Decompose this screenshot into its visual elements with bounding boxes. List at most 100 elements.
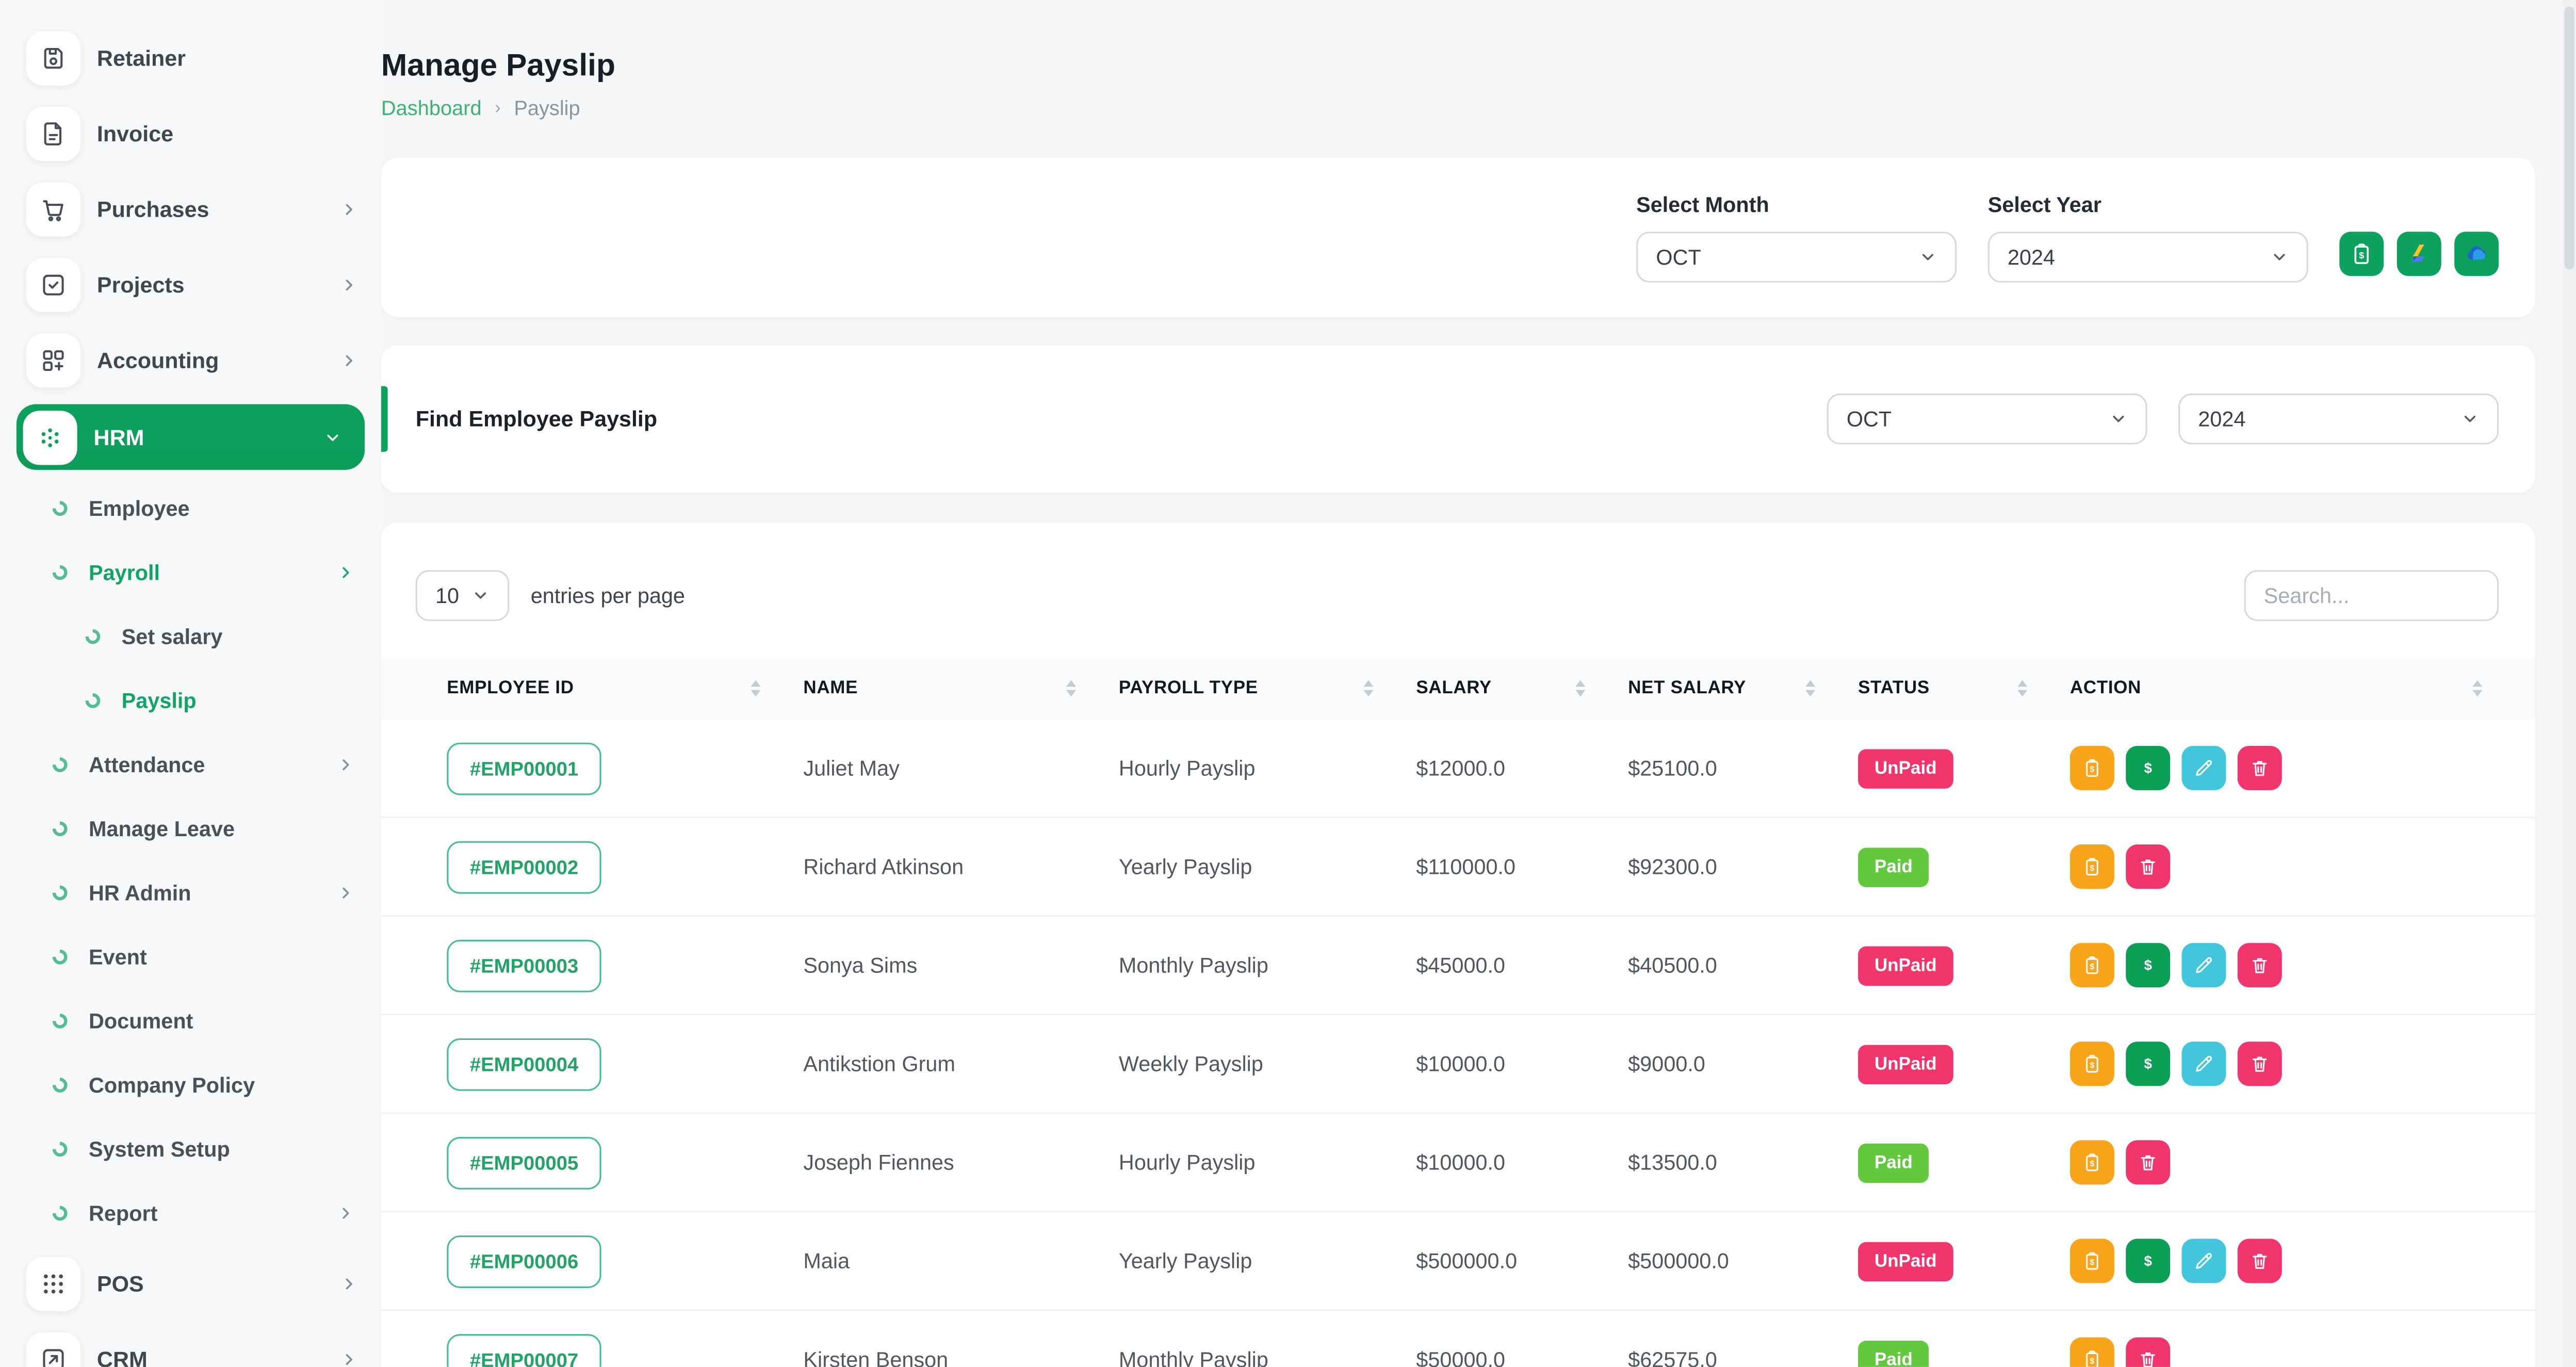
delete-button[interactable] [2238,746,2282,790]
sidebar-item-purchases[interactable]: Purchases [0,171,381,247]
employee-id-link[interactable]: #EMP00003 [447,939,601,991]
edit-button[interactable] [2182,746,2226,790]
payslip-button[interactable] [2070,1041,2114,1086]
sort-icon[interactable] [1575,680,1585,697]
sort-icon[interactable] [2017,680,2027,697]
payslip-button[interactable] [2070,746,2114,790]
sidebar-subitem-report[interactable]: Report [0,1181,381,1245]
clipboard-dollar-icon [2081,757,2102,778]
payslip-button[interactable] [2070,943,2114,987]
sidebar-item-pos[interactable]: POS [0,1245,381,1321]
accounting-icon [26,333,80,387]
pay-button[interactable] [2126,746,2170,790]
net-salary: $500000.0 [1628,1249,1858,1274]
column-header-net-salary[interactable]: NET SALARY [1628,678,1858,698]
delete-button[interactable] [2238,1239,2282,1283]
page-title: Manage Payslip [381,50,2576,86]
column-header-employee-id[interactable]: EMPLOYEE ID [447,678,803,698]
sort-icon[interactable] [1363,680,1373,697]
pay-button[interactable] [2126,943,2170,987]
dollar-icon [2138,1053,2159,1075]
sidebar-subitem-attendance[interactable]: Attendance [0,733,381,796]
pay-button[interactable] [2126,1239,2170,1283]
chevron-right-icon [340,1349,358,1366]
month-select[interactable]: OCT [1636,232,1957,283]
export-drive-button[interactable] [2397,232,2441,276]
sidebar-subitem-hr-admin[interactable]: HR Admin [0,861,381,925]
employee-id-link[interactable]: #EMP00001 [447,742,601,794]
delete-button[interactable] [2126,1338,2170,1367]
bullet-icon [50,819,71,840]
sidebar-subitem-payslip[interactable]: Payslip [0,669,381,733]
sidebar-item-projects[interactable]: Projects [0,247,381,322]
sidebar-subitem-event[interactable]: Event [0,925,381,989]
employee-name: Joseph Fiennes [803,1150,1119,1175]
bullet-icon [50,1011,71,1032]
column-header-action[interactable]: ACTION [2070,678,2486,698]
chevron-down-icon [323,428,341,446]
trash-icon [2138,856,2159,877]
scrollbar[interactable] [2563,0,2575,1367]
pencil-icon [2193,757,2214,778]
sidebar-item-invoice[interactable]: Invoice [0,95,381,171]
sort-icon[interactable] [1805,680,1815,697]
search-input[interactable] [2244,570,2499,621]
drive-icon [2407,241,2432,266]
sort-icon[interactable] [1066,680,1076,697]
employee-id-link[interactable]: #EMP00005 [447,1136,601,1189]
sidebar-item-retainer[interactable]: Retainer [0,20,381,95]
chevron-down-icon [2461,410,2479,428]
row-actions [2070,1338,2486,1367]
net-salary: $62575.0 [1628,1347,1858,1367]
sidebar-subitem-set-salary[interactable]: Set salary [0,605,381,669]
table-body: #EMP00001Juliet MayHourly Payslip$12000.… [381,720,2535,1367]
sort-icon[interactable] [2472,680,2482,697]
sidebar-subitem-company-policy[interactable]: Company Policy [0,1053,381,1117]
entries-per-page-select[interactable]: 10 [416,570,510,621]
find-year-select[interactable]: 2024 [2178,394,2499,445]
employee-name: Maia [803,1249,1119,1274]
column-header-salary[interactable]: SALARY [1416,678,1628,698]
pay-button[interactable] [2126,1041,2170,1086]
trash-icon [2249,1053,2270,1075]
row-actions [2070,1239,2486,1283]
payslip-button[interactable] [2070,844,2114,889]
sidebar-subitem-manage-leave[interactable]: Manage Leave [0,797,381,861]
sidebar-item-hrm[interactable]: HRM [17,404,365,469]
find-month-select[interactable]: OCT [1827,394,2147,445]
edit-button[interactable] [2182,1041,2226,1086]
column-header-name[interactable]: NAME [803,678,1119,698]
export-cloud-button[interactable] [2454,232,2499,276]
employee-id-link[interactable]: #EMP00007 [447,1333,601,1367]
row-actions [2070,746,2486,790]
bulk-payslip-button[interactable] [2339,232,2384,276]
column-header-payroll-type[interactable]: PAYROLL TYPE [1119,678,1416,698]
employee-id-link[interactable]: #EMP00006 [447,1234,601,1287]
delete-button[interactable] [2238,1041,2282,1086]
payslip-button[interactable] [2070,1140,2114,1184]
delete-button[interactable] [2238,943,2282,987]
sidebar-subitem-employee[interactable]: Employee [0,477,381,541]
delete-button[interactable] [2126,844,2170,889]
payslip-button[interactable] [2070,1338,2114,1367]
sidebar-item-crm[interactable]: CRM [0,1321,381,1367]
edit-button[interactable] [2182,943,2226,987]
year-select[interactable]: 2024 [1988,232,2308,283]
sidebar-subitem-system-setup[interactable]: System Setup [0,1117,381,1181]
employee-id-link[interactable]: #EMP00004 [447,1037,601,1090]
payslip-button[interactable] [2070,1239,2114,1283]
column-header-status[interactable]: STATUS [1858,678,2070,698]
sidebar-nav: RetainerInvoicePurchasesProjectsAccounti… [0,20,381,1367]
projects-icon [26,257,80,311]
trash-icon [2249,954,2270,975]
edit-button[interactable] [2182,1239,2226,1283]
sidebar-subitem-payroll[interactable]: Payroll [0,541,381,605]
sidebar-item-accounting[interactable]: Accounting [0,322,381,398]
employee-id-link[interactable]: #EMP00002 [447,840,601,893]
sort-icon[interactable] [751,680,760,697]
sidebar-subitem-document[interactable]: Document [0,989,381,1053]
breadcrumb-dashboard-link[interactable]: Dashboard [381,97,482,120]
delete-button[interactable] [2126,1140,2170,1184]
scrollbar-thumb[interactable] [2565,7,2574,270]
select-year-label: Select Year [1988,192,2308,217]
